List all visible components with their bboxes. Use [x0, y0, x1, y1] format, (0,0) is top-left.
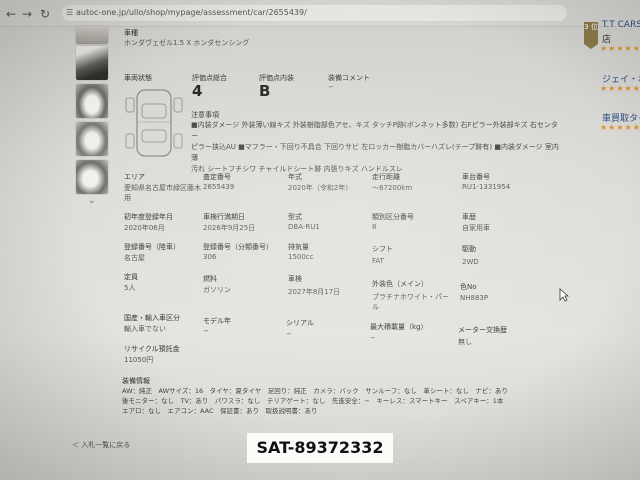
- spec-label: 国産・輸入車区分: [124, 314, 180, 322]
- equipment-text: AW：純正 AWサイズ：16 タイヤ：夏タイヤ 足回り：純正 カメラ：バック サ…: [122, 386, 542, 416]
- spec-value: FAT: [372, 257, 384, 265]
- spec-value: 輸入車でない: [124, 325, 166, 333]
- spec-label: 定員: [124, 273, 138, 281]
- spec-label: 排気量: [288, 243, 309, 251]
- spec-label: 車歴: [462, 213, 476, 221]
- spec-label: メーター交換歴: [458, 326, 507, 334]
- spec-value: −: [286, 330, 292, 338]
- browser-toolbar: ← → ↻ ☰ autoc-one.jp/ullo/shop/mypage/as…: [0, 0, 640, 27]
- spec-value: 2026年9月25日: [203, 224, 256, 232]
- spec-label: 車検行満期日: [203, 213, 245, 221]
- spec-label: 年式: [288, 173, 302, 181]
- spec-label: モデル年: [203, 317, 231, 325]
- spec-value: 306: [203, 253, 217, 261]
- equipment-comment-value: −: [328, 83, 334, 91]
- spec-label: リサイクル預託金: [124, 345, 180, 353]
- equipment-comment-label: 装備コメント: [328, 74, 370, 82]
- spec-label: 初年度登録年月: [124, 213, 173, 221]
- spec-value: −: [370, 334, 376, 342]
- spec-label: 類別区分番号: [372, 213, 414, 221]
- spec-value: プラチナホワイト・パー: [372, 293, 449, 301]
- spec-value: 1500cc: [288, 253, 314, 261]
- spec-label: 駆動: [462, 245, 476, 253]
- spec-value: DBA-RU1: [288, 223, 320, 231]
- car-condition-diagram: [125, 89, 183, 157]
- arrow-right-icon[interactable]: →: [22, 7, 32, 21]
- url-text: autoc-one.jp/ullo/shop/mypage/assessment…: [76, 8, 307, 17]
- id-label-overlay: SAT-89372332: [247, 433, 393, 463]
- spec-value: 〜87200km: [372, 184, 413, 192]
- spec-label: 燃料: [203, 275, 217, 283]
- star-rating-1: ★★★★★: [600, 44, 640, 53]
- spec-value: 2027年8月17日: [288, 288, 341, 296]
- spec-value: 無し: [458, 338, 472, 346]
- spec-label: 外装色（メイン）: [372, 280, 428, 288]
- spec-value: 2020年（令和2年）: [288, 184, 353, 192]
- notes-line: ピラー挟込AU ■マフラー・下回り不具合 下回りサビ 左ロッカー樹脂カバーハズレ…: [191, 143, 559, 162]
- spec-label: シリアル: [286, 319, 314, 327]
- overall-score-value: 4: [192, 82, 203, 100]
- spec-label: 走行距離: [372, 173, 400, 181]
- spec-label: 登録番号（陸車）: [124, 243, 180, 251]
- rank-badge: 3 位: [584, 22, 598, 49]
- spec-value: 用: [124, 194, 131, 202]
- notes-line: ■内装ダメージ 外装薄い線キズ 外装樹脂部色アセ、キズ タッチP跡(ボンネット多…: [191, 121, 558, 140]
- car-thumbnail[interactable]: [76, 26, 108, 44]
- tune-icon[interactable]: ☰: [66, 5, 73, 21]
- spec-label: シフト: [372, 245, 393, 253]
- car-type-label: 車種: [124, 29, 138, 37]
- notes-label: 注意事項: [191, 111, 219, 119]
- back-to-list-link[interactable]: ＜ 入札一覧に戻る: [72, 440, 130, 450]
- spec-value: ガソリン: [203, 286, 231, 294]
- spec-value: 11050円: [124, 356, 154, 364]
- equipment-line: AW：純正 AWサイズ：16 タイヤ：夏タイヤ 足回り：純正 カメラ：バック サ…: [122, 387, 508, 395]
- spec-label: エリア: [124, 173, 145, 181]
- spec-value: 自家用車: [462, 224, 490, 232]
- car-thumbnail[interactable]: [76, 84, 108, 118]
- spec-label: 査定番号: [203, 173, 231, 181]
- spec-value: 8: [372, 223, 377, 231]
- spec-label: 登録番号（分類番号）: [203, 243, 273, 251]
- spec-value: NH883P: [460, 294, 489, 302]
- equipment-line: 後モニター：なし TV：あり パワスラ：なし テリアゲート：なし 先進安全：− …: [122, 397, 504, 405]
- car-type-value: ホンダヴェゼル1.5 X ホンダセンシング: [124, 39, 250, 47]
- spec-value: 名古屋: [124, 254, 145, 262]
- arrow-left-icon[interactable]: ←: [6, 7, 16, 21]
- star-rating-3: ★★★★★: [600, 123, 640, 132]
- spec-value: 愛知県名古屋市緑区藤木: [124, 184, 201, 192]
- notes-text: ■内装ダメージ 外装薄い線キズ 外装樹脂部色アセ、キズ タッチP跡(ボンネット多…: [191, 120, 561, 175]
- condition-label: 車両状態: [124, 74, 152, 82]
- interior-score-value: B: [259, 82, 271, 100]
- equipment-line: エアロ：なし エアコン：AAC 保証書：あり 取扱説明書：あり: [122, 407, 318, 415]
- car-thumbnail[interactable]: [76, 122, 108, 156]
- spec-value: 2020年06月: [124, 224, 165, 232]
- car-thumbnail[interactable]: [76, 160, 108, 194]
- spec-value: 2655439: [203, 183, 235, 191]
- chevron-down-icon[interactable]: ⌄: [88, 196, 96, 206]
- star-rating-2: ★★★★★: [600, 84, 640, 93]
- car-thumbnail[interactable]: [76, 46, 108, 80]
- spec-label: 最大積載量（kg）: [370, 323, 428, 331]
- equipment-label: 装備情報: [122, 377, 150, 385]
- spec-label: 車台番号: [462, 173, 490, 181]
- shop-name-1[interactable]: T.T CARS: [602, 20, 640, 30]
- spec-value: −: [203, 327, 209, 335]
- mouse-cursor-icon: [559, 288, 569, 302]
- spec-value: 5人: [124, 284, 136, 292]
- address-bar[interactable]: ☰ autoc-one.jp/ullo/shop/mypage/assessme…: [62, 5, 567, 21]
- spec-value: 2WD: [462, 258, 479, 266]
- spec-value: ル: [372, 303, 379, 311]
- spec-label: 型式: [288, 213, 302, 221]
- shop-ranking-sidebar: 3 位 T.T CARS 店 ★★★★★ ジェイ・ボ ★★★★★ 車買取タイ ★…: [580, 14, 640, 154]
- spec-value: RU1-1331954: [462, 183, 511, 191]
- spec-label: 色No: [460, 283, 477, 291]
- spec-label: 車検: [288, 275, 302, 283]
- reload-icon[interactable]: ↻: [40, 7, 50, 21]
